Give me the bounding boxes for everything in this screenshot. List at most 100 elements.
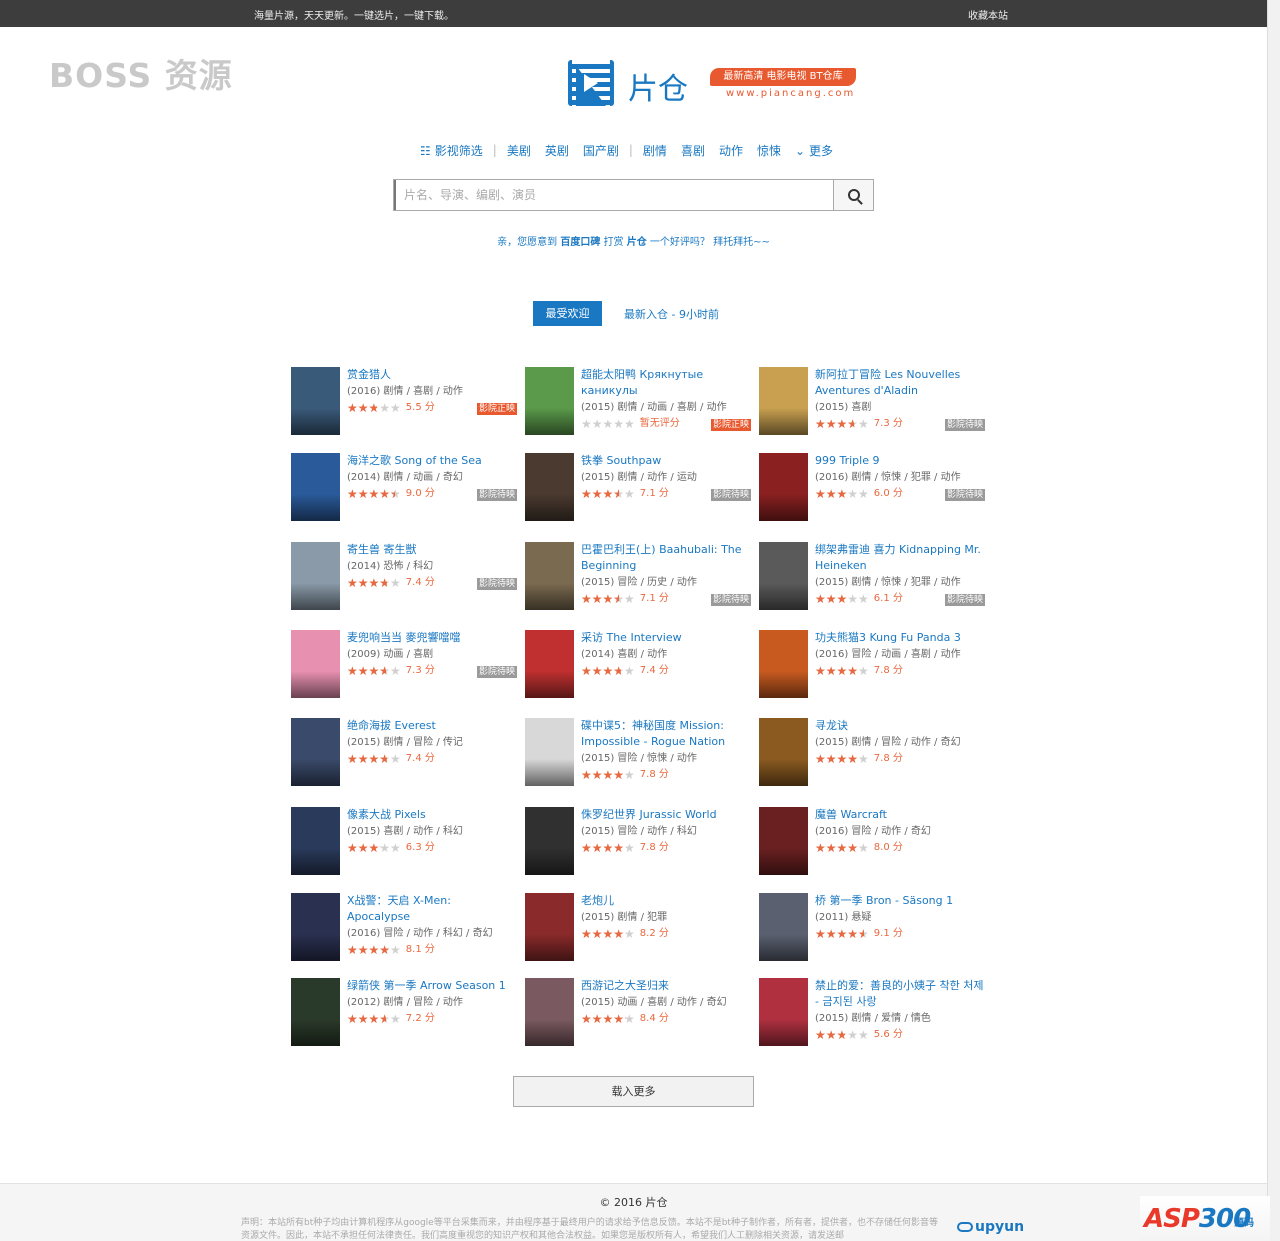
movie-item[interactable]: 999 Triple 9 (2016) 剧情 / 惊悚 / 犯罪 / 动作 ★★★★… bbox=[759, 453, 985, 533]
top-bar: 海量片源，天天更新。一键选片，一键下载。 收藏本站 bbox=[0, 0, 1267, 27]
movie-poster[interactable] bbox=[525, 630, 574, 698]
movie-title[interactable]: 采访 The Interview bbox=[581, 630, 751, 646]
movie-title[interactable]: 西游记之大圣归来 bbox=[581, 978, 751, 994]
movie-item[interactable]: 麦兜响当当 麥兜響噹噹 (2009) 动画 / 喜剧 ★★★★★★★★★★ 7.3 分… bbox=[291, 630, 517, 710]
movie-poster[interactable] bbox=[525, 807, 574, 875]
movie-item[interactable]: 西游记之大圣归来 (2015) 动画 / 喜剧 / 动作 / 奇幻 ★★★★★ ★★★… bbox=[525, 978, 750, 1058]
movie-title[interactable]: 绑架弗雷迪 喜力 Kidnapping Mr. Heineken bbox=[815, 542, 985, 574]
load-more-button[interactable]: 载入更多 bbox=[513, 1076, 754, 1107]
tab-latest[interactable]: 最新入仓 - 9小时前 bbox=[624, 306, 719, 322]
movie-title[interactable]: 碟中谍5：神秘国度 Mission: Impossible - Rogue Na… bbox=[581, 718, 751, 750]
star-rating-icon: ★★★★★★★★★★ bbox=[347, 576, 401, 590]
movie-meta: (2016) 冒险 / 动作 / 科幻 / 奇幻 bbox=[347, 928, 493, 939]
movie-title[interactable]: 绿箭侠 第一季 Arrow Season 1 bbox=[347, 978, 517, 994]
movie-poster[interactable] bbox=[291, 807, 340, 875]
movie-poster[interactable] bbox=[525, 893, 574, 961]
movie-item[interactable]: 采访 The Interview (2014) 喜剧 / 动作 ★★★★★★★★★★… bbox=[525, 630, 750, 710]
movie-title[interactable]: 新阿拉丁冒险 Les Nouvelles Aventures d'Aladin bbox=[815, 367, 985, 399]
movie-title[interactable]: 巴霍巴利王(上) Baahubali: The Beginning bbox=[581, 542, 751, 574]
movie-item[interactable]: 赏金猎人 (2016) 剧情 / 喜剧 / 动作 ★★★★★★★★★★ 5.5 分 影院… bbox=[291, 367, 517, 447]
movie-poster[interactable] bbox=[291, 630, 340, 698]
movie-title[interactable]: 绝命海拔 Everest bbox=[347, 718, 517, 734]
nav-action[interactable]: 动作 bbox=[719, 142, 743, 159]
movie-title[interactable]: 麦兜响当当 麥兜響噹噹 bbox=[347, 630, 517, 646]
movie-item[interactable]: 寄生兽 寄生獣 (2014) 恐怖 / 科幻 ★★★★★★★★★★ 7.4 分 影院待映 bbox=[291, 542, 517, 622]
search-input[interactable] bbox=[394, 180, 833, 210]
search-bar bbox=[393, 179, 874, 211]
movie-poster[interactable] bbox=[291, 893, 340, 961]
movie-title[interactable]: 海洋之歌 Song of the Sea bbox=[347, 453, 517, 469]
search-button[interactable] bbox=[833, 180, 873, 210]
tab-popular[interactable]: 最受欢迎 bbox=[533, 301, 602, 326]
movie-item[interactable]: 超能太阳鸭 Крякнутые каникулы (2015) 剧情 / 动画 /… bbox=[525, 367, 751, 447]
nav-cn-drama[interactable]: 国产剧 bbox=[583, 142, 619, 159]
nav-more[interactable]: ⌄ 更多 bbox=[795, 142, 833, 159]
nav-us-drama[interactable]: 美剧 bbox=[507, 142, 531, 159]
movie-poster[interactable] bbox=[525, 367, 574, 435]
nav-thriller[interactable]: 惊悚 bbox=[757, 142, 781, 159]
movie-item[interactable]: 铁拳 Southpaw (2015) 剧情 / 动作 / 运动 ★★★★★★★★★★… bbox=[525, 453, 751, 533]
nav-drama[interactable]: 剧情 bbox=[643, 142, 667, 159]
status-badge: 影院待映 bbox=[476, 578, 517, 590]
movie-title[interactable]: 寻龙诀 bbox=[815, 718, 985, 734]
movie-item[interactable]: 绝命海拔 Everest (2015) 剧情 / 冒险 / 传记 ★★★★★ ★★★★… bbox=[291, 718, 516, 798]
movie-item[interactable]: 像素大战 Pixels (2015) 喜剧 / 动作 / 科幻 ★★★★★★★★★★… bbox=[291, 807, 516, 887]
movie-poster[interactable] bbox=[525, 718, 574, 786]
movie-poster[interactable] bbox=[525, 978, 574, 1046]
nav-filter[interactable]: ☷ 影视筛选 bbox=[420, 142, 483, 159]
movie-poster[interactable] bbox=[291, 718, 340, 786]
movie-item[interactable]: 功夫熊猫3 Kung Fu Panda 3 (2016) 冒险 / 动画 / 喜剧… bbox=[759, 630, 984, 710]
page-scrollbar[interactable] bbox=[1267, 0, 1280, 1241]
movie-poster[interactable] bbox=[759, 367, 808, 435]
movie-title[interactable]: 老炮儿 bbox=[581, 893, 751, 909]
movie-score: 8.2 分 bbox=[639, 928, 669, 939]
movie-poster[interactable] bbox=[291, 542, 340, 610]
movie-title[interactable]: 功夫熊猫3 Kung Fu Panda 3 bbox=[815, 630, 985, 646]
movie-title[interactable]: 禁止的爱：善良的小姨子 착한 처제 - 금지된 사랑 bbox=[815, 978, 985, 1010]
movie-item[interactable]: 绑架弗雷迪 喜力 Kidnapping Mr. Heineken (2015) 剧… bbox=[759, 542, 985, 622]
movie-item[interactable]: 老炮儿 (2015) 剧情 / 犯罪 ★★★★★★★★★★ 8.2 分 bbox=[525, 893, 750, 973]
movie-info: 超能太阳鸭 Крякнутые каникулы (2015) 剧情 / 动画 /… bbox=[581, 367, 751, 432]
movie-item[interactable]: 桥 第一季 Bron - Säsong 1 (2011) 悬疑 ★★★★★ ★★★★★… bbox=[759, 893, 984, 973]
site-logo[interactable]: 片仓 最新高清 电影电视 BT仓库 www.piancang.com bbox=[568, 58, 858, 108]
upyun-logo[interactable]: upyun bbox=[957, 1219, 1024, 1235]
movie-title[interactable]: 赏金猎人 bbox=[347, 367, 517, 383]
movie-poster[interactable] bbox=[291, 978, 340, 1046]
nav-uk-drama[interactable]: 英剧 bbox=[545, 142, 569, 159]
star-rating-icon: ★★★★★★★★★★ bbox=[347, 1012, 401, 1026]
nav-comedy[interactable]: 喜剧 bbox=[681, 142, 705, 159]
movie-title[interactable]: 像素大战 Pixels bbox=[347, 807, 517, 823]
movie-item[interactable]: 新阿拉丁冒险 Les Nouvelles Aventures d'Aladin (… bbox=[759, 367, 985, 447]
movie-poster[interactable] bbox=[291, 453, 340, 521]
movie-poster[interactable] bbox=[759, 542, 808, 610]
bookmark-site-link[interactable]: 收藏本站 bbox=[968, 7, 1008, 22]
movie-score: 7.8 分 bbox=[873, 665, 903, 676]
movie-poster[interactable] bbox=[525, 453, 574, 521]
movie-item[interactable]: 禁止的爱：善良的小姨子 착한 처제 - 금지된 사랑 (2015) 剧情 / 爱情… bbox=[759, 978, 984, 1058]
movie-item[interactable]: 魔兽 Warcraft (2016) 冒险 / 动作 / 奇幻 ★★★★★★★★★★… bbox=[759, 807, 984, 887]
movie-poster[interactable] bbox=[759, 453, 808, 521]
movie-title[interactable]: X战警：天启 X-Men: Apocalypse bbox=[347, 893, 517, 925]
movie-item[interactable]: 海洋之歌 Song of the Sea (2014) 剧情 / 动画 / 奇幻 ★… bbox=[291, 453, 517, 533]
movie-title[interactable]: 超能太阳鸭 Крякнутые каникулы bbox=[581, 367, 751, 399]
movie-item[interactable]: 巴霍巴利王(上) Baahubali: The Beginning (2015) … bbox=[525, 542, 751, 622]
movie-poster[interactable] bbox=[759, 807, 808, 875]
movie-item[interactable]: 寻龙诀 (2015) 剧情 / 冒险 / 动作 / 奇幻 ★★★★★★★★★★ 7.8… bbox=[759, 718, 984, 798]
movie-item[interactable]: X战警：天启 X-Men: Apocalypse (2016) 冒险 / 动作 /… bbox=[291, 893, 516, 973]
movie-poster[interactable] bbox=[759, 630, 808, 698]
movie-poster[interactable] bbox=[759, 718, 808, 786]
movie-title[interactable]: 魔兽 Warcraft bbox=[815, 807, 985, 823]
movie-poster[interactable] bbox=[759, 978, 808, 1046]
movie-title[interactable]: 寄生兽 寄生獣 bbox=[347, 542, 517, 558]
movie-title[interactable]: 桥 第一季 Bron - Säsong 1 bbox=[815, 893, 985, 909]
movie-poster[interactable] bbox=[525, 542, 574, 610]
movie-title[interactable]: 侏罗纪世界 Jurassic World bbox=[581, 807, 751, 823]
movie-poster[interactable] bbox=[759, 893, 808, 961]
movie-poster[interactable] bbox=[291, 367, 340, 435]
baidu-koubei-link[interactable]: 百度口碑 bbox=[560, 237, 600, 248]
movie-title[interactable]: 铁拳 Southpaw bbox=[581, 453, 751, 469]
movie-item[interactable]: 碟中谍5：神秘国度 Mission: Impossible - Rogue Na… bbox=[525, 718, 750, 798]
movie-item[interactable]: 侏罗纪世界 Jurassic World (2015) 冒险 / 动作 / 科幻 ★… bbox=[525, 807, 750, 887]
movie-item[interactable]: 绿箭侠 第一季 Arrow Season 1 (2012) 剧情 / 冒险 / 动… bbox=[291, 978, 516, 1058]
movie-title[interactable]: 999 Triple 9 bbox=[815, 453, 985, 469]
